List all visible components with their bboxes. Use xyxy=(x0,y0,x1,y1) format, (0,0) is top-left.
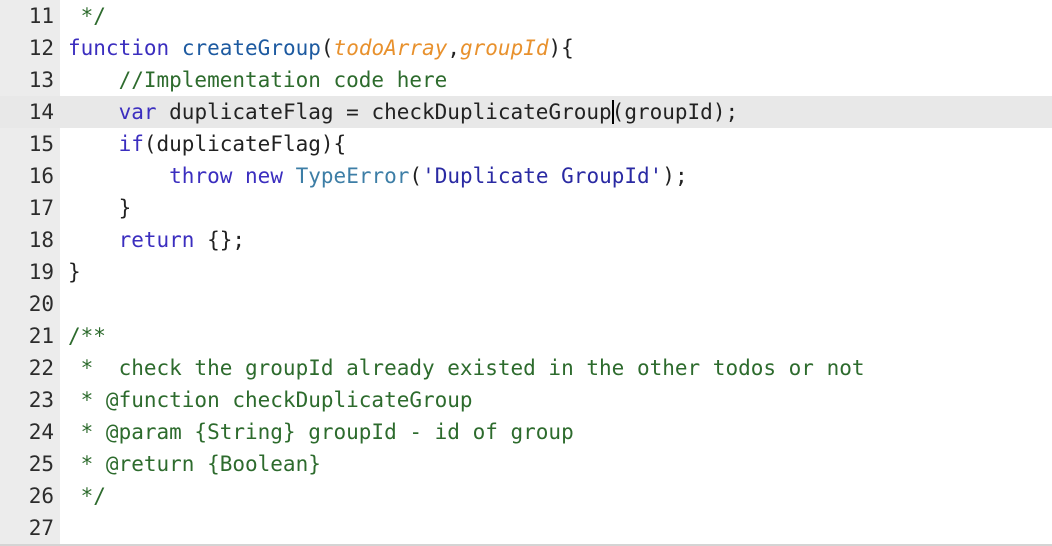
code-token: todoArray xyxy=(333,36,448,60)
code-token: (groupId); xyxy=(611,100,739,124)
code-line[interactable]: 18 return {}; xyxy=(0,224,1052,256)
code-text[interactable]: if(duplicateFlag){ xyxy=(68,128,347,160)
code-text[interactable]: var duplicateFlag = checkDuplicateGroup(… xyxy=(68,96,738,128)
line-number: 18 xyxy=(28,228,54,252)
code-token: return xyxy=(118,228,195,252)
code-editor[interactable]: 11 */12 function createGroup(todoArray,gr… xyxy=(0,0,1052,546)
code-token: new xyxy=(245,164,283,188)
code-line[interactable]: 16 throw new TypeError('Duplicate GroupI… xyxy=(0,160,1052,192)
code-token: TypeError xyxy=(295,164,410,188)
code-token: */ xyxy=(68,4,106,28)
code-token: //Implementation code here xyxy=(68,68,448,92)
line-number: 16 xyxy=(28,164,54,188)
line-number: 20 xyxy=(28,292,54,316)
line-number: 11 xyxy=(28,4,54,28)
current-line[interactable]: 14 var duplicateFlag = checkDuplicateGro… xyxy=(0,96,1052,128)
code-text[interactable]: * @param {String} groupId - id of group xyxy=(68,416,574,448)
code-token: createGroup xyxy=(181,36,321,60)
code-token: groupId xyxy=(460,36,549,60)
code-token: ( xyxy=(320,36,334,60)
code-token: /** xyxy=(68,324,106,348)
code-token: } xyxy=(68,196,132,220)
code-line[interactable]: 20 xyxy=(0,288,1052,320)
code-text[interactable]: } xyxy=(68,256,81,288)
code-line[interactable]: 13 //Implementation code here xyxy=(0,64,1052,96)
line-number: 12 xyxy=(28,36,54,60)
line-number: 24 xyxy=(28,420,54,444)
code-token: ( xyxy=(409,164,423,188)
code-token: 'Duplicate GroupId' xyxy=(422,164,663,188)
code-text[interactable]: */ xyxy=(68,0,106,32)
code-token: , xyxy=(447,36,460,60)
code-text[interactable]: } xyxy=(68,192,132,224)
code-text[interactable]: return {}; xyxy=(68,224,245,256)
line-number: 19 xyxy=(28,260,54,284)
code-line[interactable]: 15 if(duplicateFlag){ xyxy=(0,128,1052,160)
code-text[interactable]: */ xyxy=(68,480,106,512)
code-token: if xyxy=(118,132,144,156)
line-number: 26 xyxy=(28,484,54,508)
line-number: 25 xyxy=(28,452,54,476)
code-line[interactable]: 21 /** xyxy=(0,320,1052,352)
code-token: function xyxy=(68,36,170,60)
code-line[interactable]: 26 */ xyxy=(0,480,1052,512)
line-number: 13 xyxy=(28,68,54,92)
code-text[interactable]: * @function checkDuplicateGroup xyxy=(68,384,473,416)
code-line[interactable]: 17 } xyxy=(0,192,1052,224)
line-number: 23 xyxy=(28,388,54,412)
code-line[interactable]: 11 */ xyxy=(0,0,1052,32)
code-line[interactable]: 12 function createGroup(todoArray,groupId… xyxy=(0,32,1052,64)
line-number: 21 xyxy=(28,324,54,348)
code-token: * check the groupId already existed in t… xyxy=(68,356,865,380)
code-token: ); xyxy=(662,164,688,188)
code-text[interactable]: * check the groupId already existed in t… xyxy=(68,352,865,384)
line-number: 14 xyxy=(28,100,54,124)
code-token: (duplicateFlag){ xyxy=(143,132,347,156)
code-text[interactable]: * @return {Boolean} xyxy=(68,448,321,480)
code-token: * @return {Boolean} xyxy=(68,452,321,476)
code-line[interactable]: 19} xyxy=(0,256,1052,288)
code-token: * @function checkDuplicateGroup xyxy=(68,388,473,412)
code-token: throw xyxy=(169,164,233,188)
line-number: 17 xyxy=(28,196,54,220)
code-text[interactable]: function createGroup(todoArray,groupId){ xyxy=(68,32,574,64)
code-token: var xyxy=(118,100,157,124)
line-number: 27 xyxy=(28,516,54,540)
code-line[interactable]: 24 * @param {String} groupId - id of gro… xyxy=(0,416,1052,448)
code-line[interactable]: 22 * check the groupId already existed i… xyxy=(0,352,1052,384)
code-token: duplicateFlag = checkDuplicateGroup xyxy=(156,100,612,124)
code-text[interactable]: //Implementation code here xyxy=(68,64,448,96)
code-line[interactable]: 27 xyxy=(0,512,1052,544)
code-token: */ xyxy=(68,484,106,508)
code-line[interactable]: 25 * @return {Boolean} xyxy=(0,448,1052,480)
code-text[interactable]: /** xyxy=(68,320,106,352)
code-text[interactable]: throw new TypeError('Duplicate GroupId')… xyxy=(68,160,688,192)
line-number: 15 xyxy=(28,132,54,156)
code-token: {}; xyxy=(194,228,246,252)
code-token: * @param {String} groupId - id of group xyxy=(68,420,574,444)
line-number: 22 xyxy=(28,356,54,380)
code-token: ){ xyxy=(548,36,574,60)
code-token: } xyxy=(68,260,81,284)
code-line[interactable]: 23 * @function checkDuplicateGroup xyxy=(0,384,1052,416)
